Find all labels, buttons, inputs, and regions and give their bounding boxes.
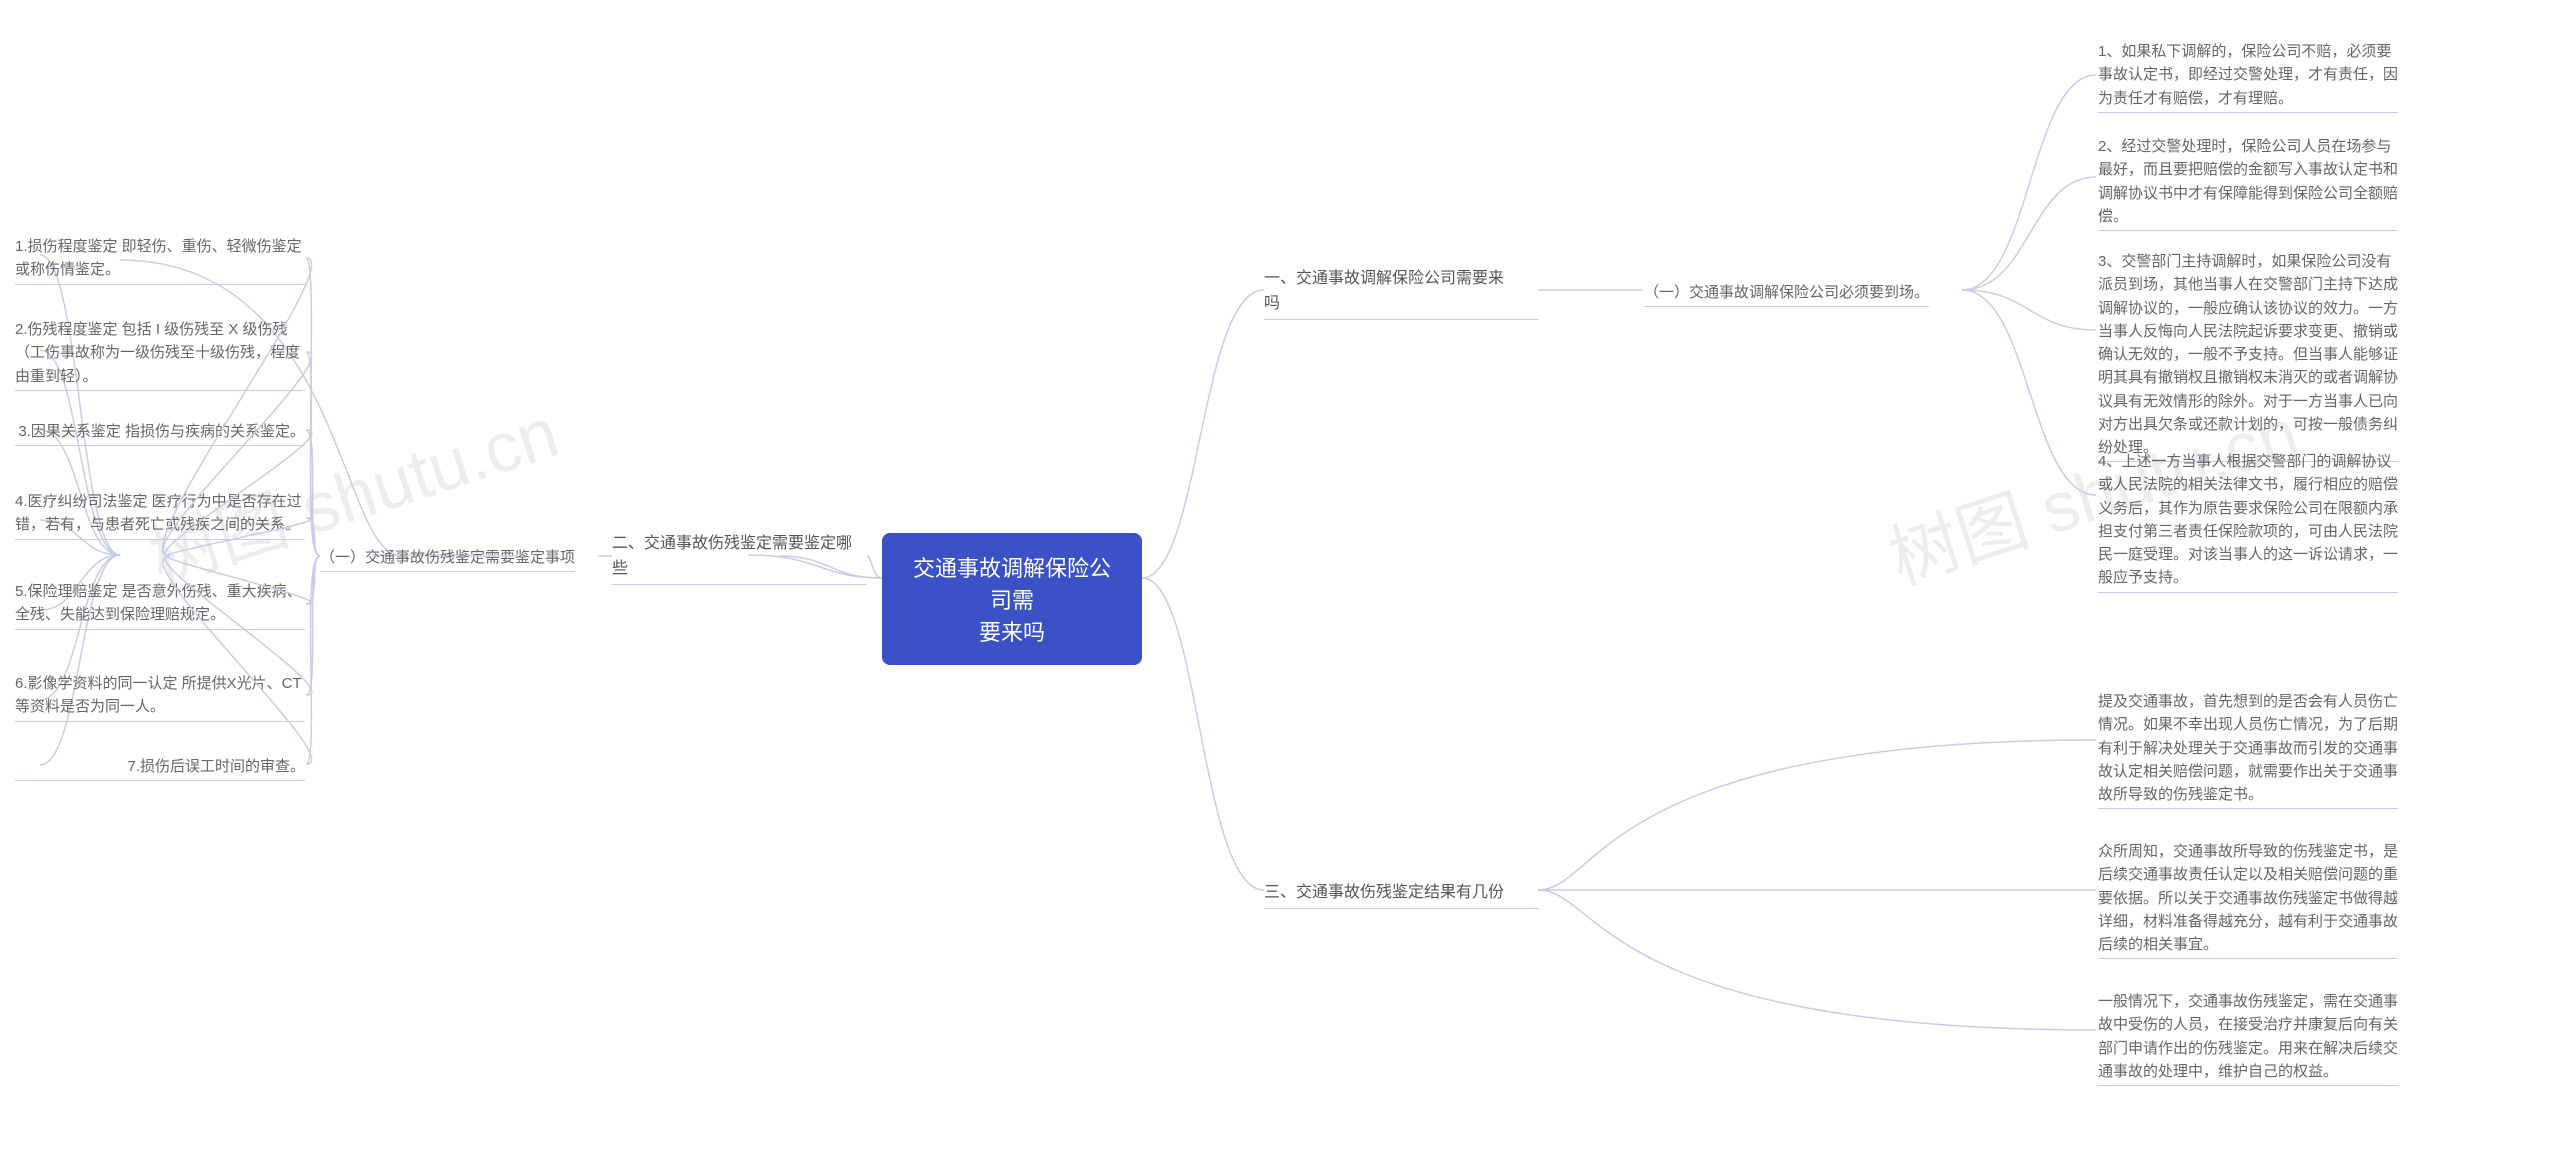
root-line2: 要来吗	[904, 615, 1120, 647]
root-node[interactable]: 交通事故调解保险公司需 要来吗	[882, 533, 1142, 665]
branch-1-line2: 吗	[1264, 292, 1539, 317]
branch-1-leaf-3[interactable]: 3、交警部门主持调解时，如果保险公司没有派员到场，其他当事人在交警部门主持下达成…	[2098, 250, 2398, 462]
branch-2-line2: 些	[612, 557, 867, 582]
branch-2-leaf-7[interactable]: 7.损伤后误工时间的审查。	[15, 755, 305, 781]
branch-2-leaf-1[interactable]: 1.损伤程度鉴定 即轻伤、重伤、轻微伤鉴定或称伤情鉴定。	[15, 235, 305, 285]
branch-2[interactable]: 二、交通事故伤残鉴定需要鉴定哪 些	[612, 532, 867, 585]
branch-2-leaf-3[interactable]: 3.因果关系鉴定 指损伤与疾病的关系鉴定。	[15, 420, 305, 446]
branch-1-line1: 一、交通事故调解保险公司需要来	[1264, 267, 1539, 292]
branch-3-leaf-2[interactable]: 众所周知，交通事故所导致的伤残鉴定书，是后续交通事故责任认定以及相关赔偿问题的重…	[2098, 840, 2398, 959]
branch-3-leaf-3[interactable]: 一般情况下，交通事故伤残鉴定，需在交通事故中受伤的人员，在接受治疗并康复后向有关…	[2098, 990, 2398, 1086]
branch-2-leaf-5[interactable]: 5.保险理赔鉴定 是否意外伤残、重大疾病、全残、失能达到保险理赔规定。	[15, 580, 305, 630]
root-line1: 交通事故调解保险公司需	[904, 551, 1120, 615]
branch-1-leaf-4[interactable]: 4、上述一方当事人根据交警部门的调解协议或人民法院的相关法律文书，履行相应的赔偿…	[2098, 450, 2398, 593]
branch-2-leaf-2[interactable]: 2.伤残程度鉴定 包括 I 级伤残至 X 级伤残（工伤事故称为一级伤残至十级伤残…	[15, 318, 305, 391]
branch-2-leaf-6[interactable]: 6.影像学资料的同一认定 所提供X光片、CT等资料是否为同一人。	[15, 672, 305, 722]
branch-2-line1: 二、交通事故伤残鉴定需要鉴定哪	[612, 532, 867, 557]
branch-1-leaf-1[interactable]: 1、如果私下调解的，保险公司不赔，必须要事故认定书，即经过交警处理，才有责任，因…	[2098, 40, 2398, 113]
branch-3-leaf-1[interactable]: 提及交通事故，首先想到的是否会有人员伤亡情况。如果不幸出现人员伤亡情况，为了后期…	[2098, 690, 2398, 809]
branch-1[interactable]: 一、交通事故调解保险公司需要来 吗	[1264, 267, 1539, 320]
branch-1-sub1[interactable]: （一）交通事故调解保险公司必须要到场。	[1644, 281, 1929, 307]
branch-1-leaf-2[interactable]: 2、经过交警处理时，保险公司人员在场参与最好，而且要把赔偿的金额写入事故认定书和…	[2098, 135, 2398, 231]
branch-2-sub1[interactable]: （一）交通事故伤残鉴定需要鉴定事项	[320, 546, 575, 572]
branch-2-leaf-4[interactable]: 4.医疗纠纷司法鉴定 医疗行为中是否存在过错，若有，与患者死亡或残疾之间的关系。	[15, 490, 305, 540]
branch-3[interactable]: 三、交通事故伤残鉴定结果有几份	[1264, 881, 1539, 909]
